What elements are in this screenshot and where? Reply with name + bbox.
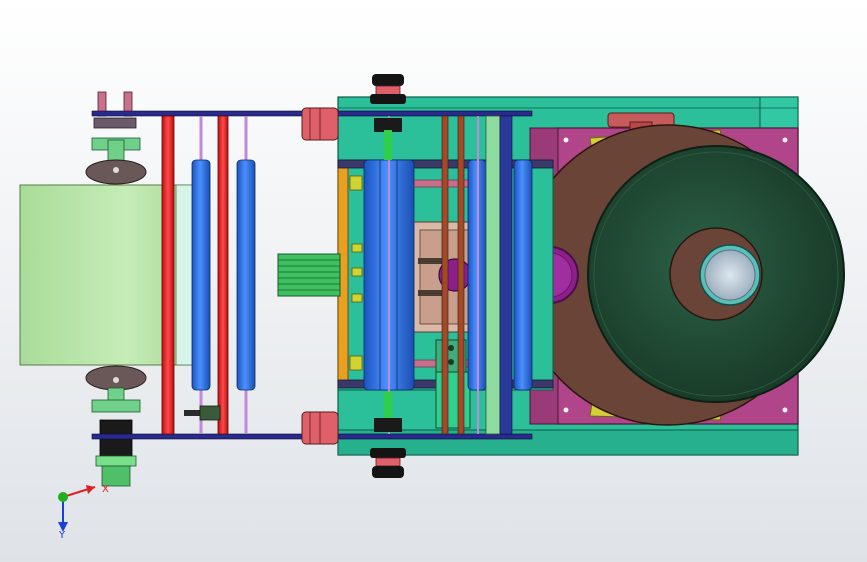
red-roller-2 bbox=[217, 115, 229, 435]
blue-roller-4 bbox=[513, 159, 533, 391]
axis-y-label: Y bbox=[59, 530, 66, 541]
motor-bottom-left bbox=[301, 411, 339, 445]
red-roller-1 bbox=[161, 115, 175, 435]
motor-top-left bbox=[301, 107, 339, 141]
cylinder-block bbox=[435, 339, 471, 429]
blue-roller-2 bbox=[236, 159, 256, 391]
assembly-drawing bbox=[0, 0, 867, 562]
main-disc bbox=[587, 145, 845, 403]
light-green-bar bbox=[485, 115, 501, 435]
cad-viewport[interactable]: X Y bbox=[0, 0, 867, 562]
navy-bar bbox=[499, 115, 513, 435]
axis-x-label: X bbox=[102, 484, 109, 495]
blue-roller-1 bbox=[191, 159, 211, 391]
brown-rod-2 bbox=[457, 115, 465, 435]
brown-rod-1 bbox=[441, 115, 449, 435]
comb-feeder bbox=[277, 253, 341, 297]
